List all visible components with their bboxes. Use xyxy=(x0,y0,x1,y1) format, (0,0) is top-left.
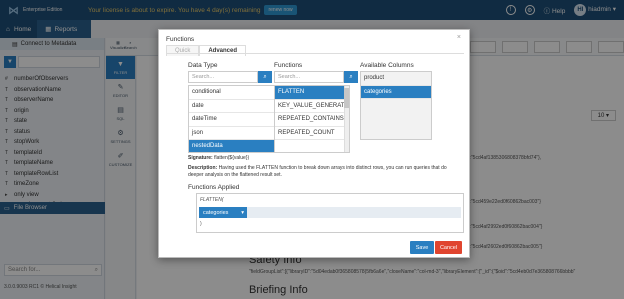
signature-value: flatten(${value}) xyxy=(214,155,250,161)
function-item[interactable]: KEY_VALUE_GENERATE xyxy=(275,100,349,113)
available-columns-title: Available Columns xyxy=(360,62,414,69)
function-item[interactable]: REPEATED_COUNT xyxy=(275,127,349,140)
close-paren: ) xyxy=(200,221,202,227)
functions-dialog: Functions × Quick Advanced Data Type Sea… xyxy=(158,29,470,258)
available-columns-list: product categories xyxy=(360,71,432,140)
functions-list: FLATTEN KEY_VALUE_GENERATE REPEATED_CONTAI… xyxy=(274,85,350,153)
data-type-search-placeholder: Search... xyxy=(192,74,215,80)
data-type-item[interactable]: date xyxy=(189,100,279,113)
data-type-list: conditional date dateTime json nestedData xyxy=(188,85,280,153)
functions-applied-title: Functions Applied xyxy=(188,184,240,191)
column-item[interactable]: product xyxy=(361,72,431,86)
functions-search-button[interactable]: ⌕ xyxy=(344,71,358,83)
data-type-item[interactable]: json xyxy=(189,127,279,140)
open-paren: ( xyxy=(221,197,224,203)
description-text: Description: Having used the FLATTEN fun… xyxy=(188,165,448,178)
functions-applied-box: FLATTEN( categories ▾ ) xyxy=(196,193,464,233)
functions-search-input[interactable]: Search... xyxy=(274,71,344,83)
search-icon: ⌕ xyxy=(263,73,267,80)
data-type-item[interactable]: dateTime xyxy=(189,113,279,127)
signature-label: Signature: xyxy=(188,155,213,161)
save-button[interactable]: Save xyxy=(410,241,434,254)
close-icon[interactable]: × xyxy=(457,34,461,41)
functions-search-placeholder: Search... xyxy=(278,74,301,80)
applied-argument-label: categories xyxy=(203,209,229,216)
tab-quick[interactable]: Quick xyxy=(166,45,200,56)
function-item[interactable]: FLATTEN xyxy=(275,86,349,100)
cancel-button[interactable]: Cancel xyxy=(435,241,462,254)
data-type-item[interactable]: nestedData xyxy=(189,140,279,152)
applied-function-name: FLATTEN( xyxy=(200,197,224,203)
data-type-item[interactable]: conditional xyxy=(189,86,279,100)
description-label: Description: xyxy=(188,165,218,171)
chevron-down-icon[interactable]: ▾ xyxy=(241,210,244,216)
tab-advanced[interactable]: Advanced xyxy=(199,45,247,56)
tab-divider xyxy=(166,53,464,54)
functions-scrollbar[interactable] xyxy=(344,86,349,152)
dialog-title: Functions xyxy=(166,36,195,43)
applied-argument-row: categories ▾ xyxy=(199,207,461,218)
search-icon: ⌕ xyxy=(349,73,353,80)
applied-argument-chip[interactable]: categories ▾ xyxy=(199,207,247,218)
functions-title: Functions xyxy=(274,62,303,69)
data-type-search-input[interactable]: Search... xyxy=(188,71,258,83)
description-value: Having used the FLATTEN function to brea… xyxy=(188,165,447,178)
data-type-search-button[interactable]: ⌕ xyxy=(258,71,272,83)
applied-function-label: FLATTEN xyxy=(200,197,222,203)
dialog-tabs: Quick Advanced xyxy=(166,45,247,56)
column-item[interactable]: categories xyxy=(361,85,431,99)
function-item[interactable]: REPEATED_CONTAINS xyxy=(275,113,349,127)
data-type-title: Data Type xyxy=(188,62,218,69)
signature-text: Signature: flatten(${value}) xyxy=(188,155,249,161)
